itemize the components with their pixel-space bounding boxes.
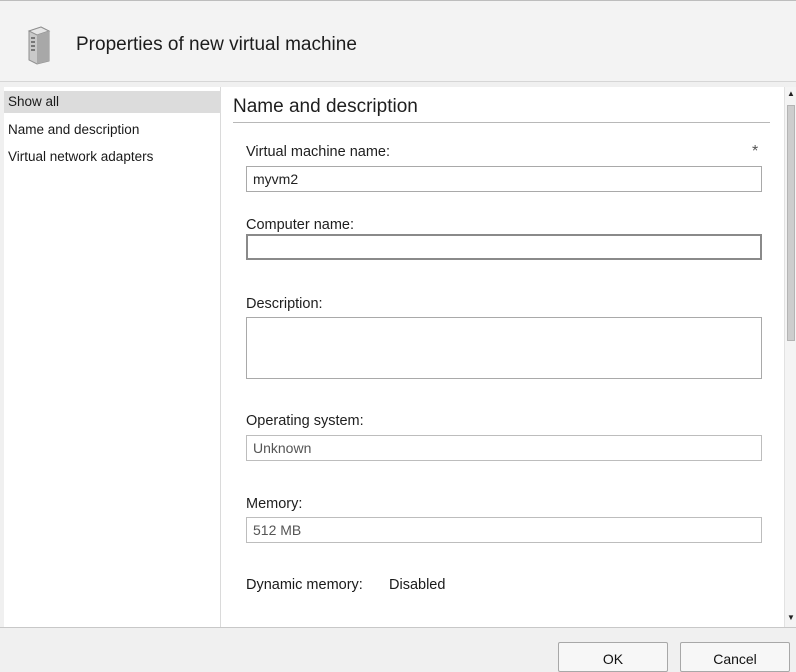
sidebar-nav: Show all Name and description Virtual ne… [4, 87, 222, 627]
section-title: Name and description [233, 96, 418, 117]
scroll-thumb[interactable] [787, 105, 795, 341]
memory-field[interactable] [246, 517, 762, 543]
cancel-button[interactable]: Cancel [680, 642, 790, 672]
vm-name-field[interactable] [246, 166, 762, 192]
dynamic-memory-value: Disabled [389, 577, 446, 593]
dialog-title: Properties of new virtual machine [76, 34, 357, 55]
computer-name-field[interactable] [246, 234, 762, 260]
vm-name-label: Virtual machine name: [246, 144, 391, 160]
operating-system-label: Operating system: [246, 413, 364, 429]
dialog-footer: OK Cancel [0, 627, 796, 672]
properties-dialog: Properties of new virtual machine Show a… [0, 0, 796, 672]
nav-item-name-and-description[interactable]: Name and description [4, 119, 222, 141]
scroll-down-arrow-icon[interactable]: ▼ [786, 611, 796, 625]
title-bar: Properties of new virtual machine [0, 1, 796, 82]
server-tower-icon [27, 26, 51, 65]
vertical-scrollbar[interactable]: ▲ ▼ [784, 87, 796, 627]
required-marker: * [752, 143, 759, 160]
memory-label: Memory: [246, 496, 303, 512]
properties-panel: Name and description Virtual machine nam… [221, 87, 784, 627]
description-label: Description: [246, 296, 323, 312]
computer-name-label: Computer name: [246, 217, 354, 233]
section-divider [233, 122, 770, 123]
description-field[interactable] [246, 317, 762, 379]
ok-button[interactable]: OK [558, 642, 668, 672]
dynamic-memory-label: Dynamic memory: [246, 577, 363, 593]
scroll-up-arrow-icon[interactable]: ▲ [786, 87, 796, 101]
operating-system-field[interactable] [246, 435, 762, 461]
nav-item-show-all[interactable]: Show all [4, 91, 222, 113]
nav-item-virtual-network-adapters[interactable]: Virtual network adapters [4, 146, 222, 168]
